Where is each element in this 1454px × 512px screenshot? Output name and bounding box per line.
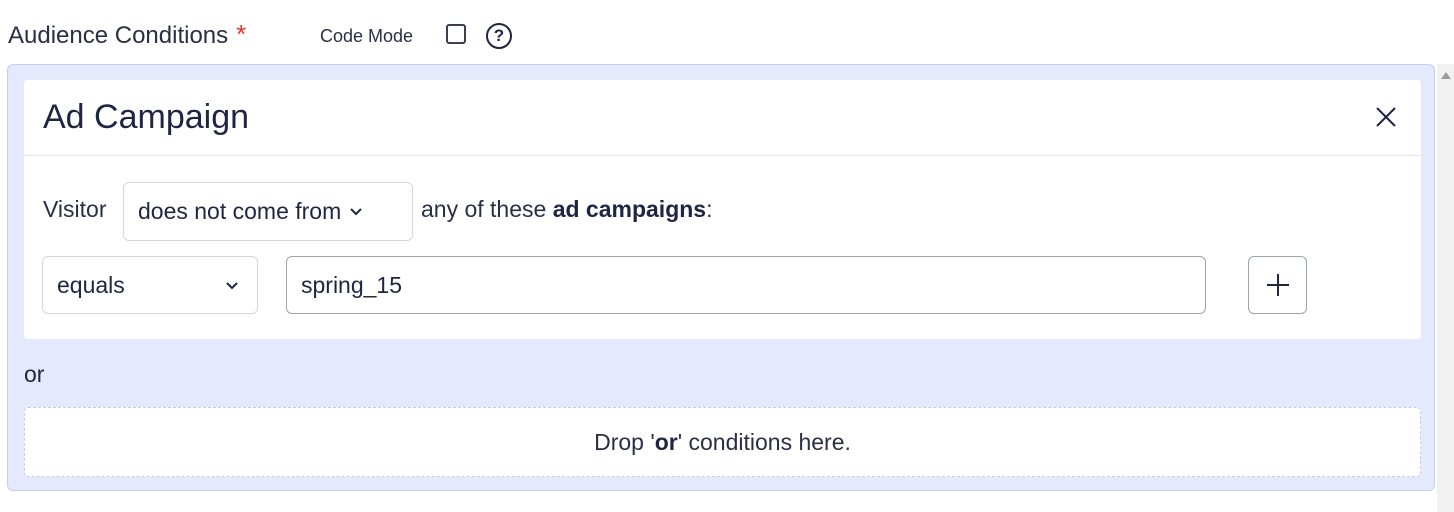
- conditions-panel: Ad Campaign Visitor does not come from a…: [7, 64, 1435, 491]
- required-marker: *: [236, 18, 247, 49]
- or-label: or: [24, 361, 45, 387]
- card-title: Ad Campaign: [43, 98, 250, 136]
- help-icon[interactable]: ?: [486, 23, 512, 49]
- plus-icon: [1266, 274, 1289, 296]
- drop-zone-prefix: Drop ': [594, 428, 655, 455]
- drop-zone-suffix: ' conditions here.: [677, 428, 851, 455]
- visitor-label: Visitor: [43, 196, 107, 222]
- campaign-value-input[interactable]: [286, 256, 1206, 314]
- code-mode-checkbox[interactable]: [446, 24, 466, 44]
- mode-select[interactable]: does not come from: [123, 182, 413, 241]
- match-type-select[interactable]: equals: [42, 256, 258, 314]
- chevron-down-icon: [225, 281, 239, 290]
- condition-target-text: any of these ad campaigns:: [421, 196, 712, 223]
- chevron-down-icon: [349, 207, 363, 216]
- target-prefix: any of these: [421, 196, 553, 222]
- or-drop-zone[interactable]: Drop ' or ' conditions here.: [24, 407, 1421, 477]
- code-mode-label: Code Mode: [320, 26, 414, 46]
- close-icon[interactable]: [1373, 104, 1399, 130]
- drop-zone-bold: or: [654, 428, 678, 455]
- target-bold: ad campaigns: [552, 196, 707, 222]
- section-header: Audience Conditions *: [8, 18, 246, 54]
- add-value-button[interactable]: [1248, 256, 1307, 314]
- condition-card: Ad Campaign Visitor does not come from a…: [24, 80, 1421, 339]
- help-icon-glyph: ?: [493, 26, 505, 45]
- card-header: Ad Campaign: [24, 80, 1421, 156]
- match-type-value: equals: [57, 271, 125, 298]
- scroll-up-arrow-icon[interactable]: [1441, 72, 1451, 79]
- mode-select-value: does not come from: [138, 198, 342, 224]
- section-title: Audience Conditions: [8, 22, 229, 49]
- target-suffix: :: [706, 196, 713, 222]
- scrollbar[interactable]: [1437, 64, 1454, 512]
